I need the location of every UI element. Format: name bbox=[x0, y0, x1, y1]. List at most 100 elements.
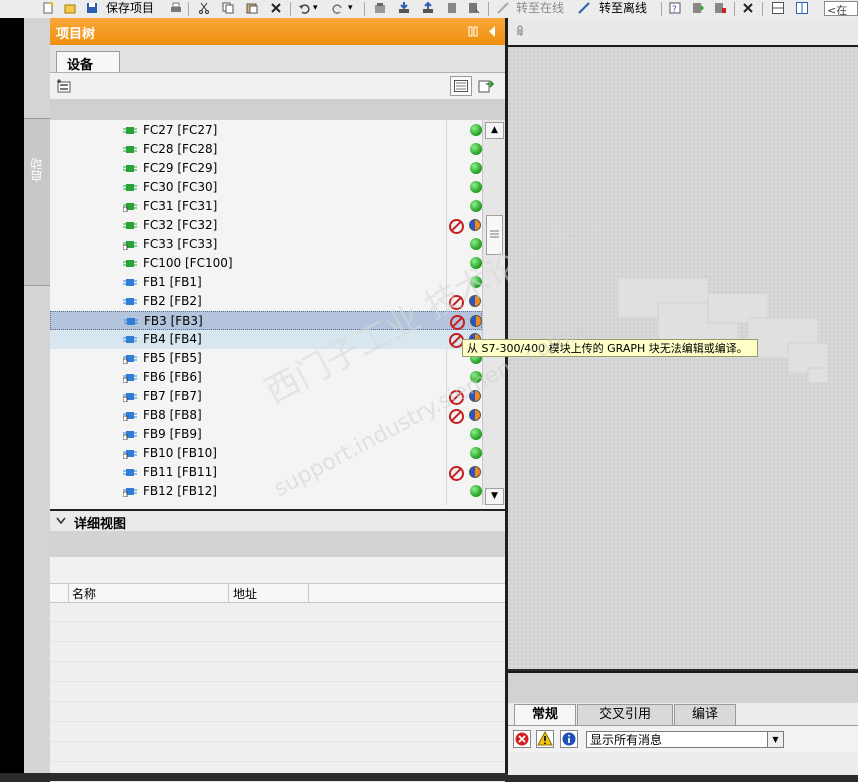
undo-dropdown-icon[interactable]: ▾ bbox=[313, 1, 318, 15]
tree-item[interactable]: FC33 [FC33] bbox=[50, 235, 482, 254]
tab-devices-label: 设备 bbox=[67, 58, 94, 73]
detail-row bbox=[50, 722, 505, 742]
paste-icon[interactable] bbox=[246, 2, 258, 14]
status-ok-icon bbox=[470, 124, 482, 136]
status-ok-icon bbox=[470, 447, 482, 459]
not-editable-icon bbox=[449, 466, 464, 481]
function-block-icon bbox=[123, 393, 137, 402]
detail-row bbox=[50, 682, 505, 702]
tab-cross-reference[interactable]: 交叉引用 bbox=[577, 704, 673, 725]
go-offline-button[interactable]: 转至离线 bbox=[599, 1, 647, 15]
info-filter-icon[interactable] bbox=[560, 730, 578, 748]
tree-item-label: FC100 [FC100] bbox=[143, 256, 233, 270]
portal-background-tiles bbox=[617, 277, 829, 384]
search-placeholder: <在项 bbox=[827, 4, 848, 16]
status-ok-icon bbox=[470, 238, 482, 250]
function-block-icon bbox=[123, 450, 137, 459]
go-online-button[interactable]: 转至在线 bbox=[516, 1, 564, 15]
tree-item-label: FB6 [FB6] bbox=[143, 370, 202, 384]
redo-dropdown-icon[interactable]: ▾ bbox=[348, 1, 353, 15]
copy-icon[interactable] bbox=[222, 2, 234, 14]
overview-toggle-button[interactable] bbox=[450, 76, 472, 96]
download-icon[interactable] bbox=[398, 2, 410, 14]
tree-item-label: FC28 [FC28] bbox=[143, 142, 218, 156]
function-block-icon bbox=[123, 355, 137, 364]
cut-icon[interactable] bbox=[198, 2, 210, 14]
grip-icon bbox=[490, 230, 499, 238]
column-name[interactable]: 名称 bbox=[72, 585, 96, 602]
split-vertical-icon[interactable] bbox=[796, 2, 808, 14]
tree-item[interactable]: FC30 [FC30] bbox=[50, 178, 482, 197]
upload-icon[interactable] bbox=[422, 2, 434, 14]
function-icon bbox=[123, 165, 137, 172]
stop-cpu-icon[interactable] bbox=[714, 2, 726, 14]
search-field[interactable]: <在项 bbox=[824, 1, 858, 16]
tree-item[interactable]: FC31 [FC31] bbox=[50, 197, 482, 216]
delete-icon[interactable] bbox=[270, 2, 282, 14]
function-block-icon bbox=[124, 318, 138, 325]
tree-item[interactable]: FC32 [FC32] bbox=[50, 216, 482, 235]
cross-close-icon[interactable] bbox=[742, 2, 754, 14]
new-project-icon[interactable] bbox=[42, 2, 54, 14]
function-block-icon bbox=[123, 488, 137, 497]
tree-item-label: FB9 [FB9] bbox=[143, 427, 202, 441]
go-offline-icon[interactable] bbox=[578, 2, 590, 14]
split-horizontal-icon[interactable] bbox=[772, 2, 784, 14]
column-address[interactable]: 地址 bbox=[233, 585, 257, 602]
tree-item[interactable]: FC100 [FC100] bbox=[50, 254, 482, 273]
tree-item[interactable]: FB11 [FB11] bbox=[50, 463, 482, 482]
tree-item-label: FB12 [FB12] bbox=[143, 484, 217, 498]
print-icon[interactable] bbox=[170, 2, 182, 14]
sidebar-tab-start[interactable] bbox=[24, 118, 50, 286]
tree-item[interactable]: FB10 [FB10] bbox=[50, 444, 482, 463]
tree-item[interactable]: FB12 [FB12] bbox=[50, 482, 482, 501]
save-project-button[interactable]: 保存项目 bbox=[106, 1, 154, 15]
scroll-down-button[interactable]: ▼ bbox=[485, 488, 504, 505]
simulate-icon[interactable] bbox=[446, 2, 458, 14]
redo-icon[interactable] bbox=[332, 2, 344, 14]
list-view-icon bbox=[454, 80, 468, 92]
compile-icon[interactable] bbox=[374, 2, 386, 14]
export-icon[interactable] bbox=[478, 78, 494, 93]
tree-item[interactable]: FC29 [FC29] bbox=[50, 159, 482, 178]
status-difference-icon bbox=[469, 409, 481, 421]
detail-row bbox=[50, 662, 505, 682]
svg-text:?: ? bbox=[672, 5, 677, 14]
paperclip-icon[interactable] bbox=[515, 25, 525, 37]
tab-devices[interactable]: 设备 bbox=[56, 51, 120, 73]
detail-row bbox=[50, 702, 505, 722]
start-cpu-icon[interactable] bbox=[692, 2, 704, 14]
tree-item[interactable]: FC27 [FC27] bbox=[50, 121, 482, 140]
function-icon bbox=[123, 260, 137, 267]
collapse-panel-icon[interactable] bbox=[487, 26, 497, 37]
message-filter-select[interactable]: 显示所有消息 ▼ bbox=[586, 731, 784, 748]
detail-view-title: 详细视图 bbox=[74, 517, 127, 532]
status-ok-icon bbox=[470, 143, 482, 155]
tree-item-label: FC30 [FC30] bbox=[143, 180, 218, 194]
device-online-icon[interactable] bbox=[468, 2, 480, 14]
portal-sidebar: 启动 bbox=[24, 18, 51, 773]
chevron-down-icon[interactable]: ▼ bbox=[767, 732, 783, 747]
function-block-icon bbox=[123, 431, 137, 440]
open-project-icon[interactable] bbox=[64, 2, 76, 14]
tree-item[interactable]: FC28 [FC28] bbox=[50, 140, 482, 159]
tab-general[interactable]: 常规 bbox=[514, 704, 576, 725]
tree-item-label: FB3 [FB3] bbox=[144, 314, 203, 328]
add-device-icon[interactable] bbox=[57, 79, 72, 93]
project-tree-scrollbar[interactable]: ▲ ▼ bbox=[482, 120, 506, 505]
scroll-up-button[interactable]: ▲ bbox=[485, 122, 504, 139]
chevron-down-icon[interactable] bbox=[56, 517, 66, 525]
undo-icon[interactable] bbox=[298, 2, 310, 14]
pin-panel-icon[interactable] bbox=[468, 26, 478, 37]
tree-item-label: FC33 [FC33] bbox=[143, 237, 218, 251]
status-difference-icon bbox=[470, 315, 482, 327]
tree-item-label: FB2 [FB2] bbox=[143, 294, 202, 308]
warning-filter-icon[interactable] bbox=[536, 730, 554, 748]
accessible-devices-icon[interactable]: ? bbox=[669, 2, 681, 14]
function-block-icon bbox=[123, 336, 137, 343]
error-filter-icon[interactable] bbox=[513, 730, 531, 748]
go-online-icon[interactable] bbox=[497, 2, 509, 14]
status-ok-icon bbox=[470, 485, 482, 497]
tab-compile[interactable]: 编译 bbox=[674, 704, 736, 725]
save-icon[interactable] bbox=[86, 2, 98, 14]
